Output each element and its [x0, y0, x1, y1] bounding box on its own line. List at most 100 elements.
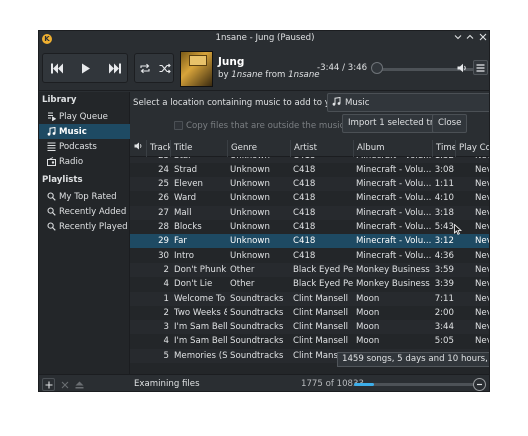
library-heading: Library — [42, 95, 77, 105]
cell-time: 3:12 — [434, 236, 454, 247]
sidebar-item-podcasts[interactable]: Podcasts — [39, 139, 130, 154]
cell-track: 2 — [163, 264, 169, 275]
cell-album: Monkey Business — [356, 264, 430, 275]
playlist-item-recently-added[interactable]: Recently Added — [39, 204, 130, 219]
playlist-item-my-top-rated[interactable]: My Top Rated — [39, 189, 130, 204]
cell-album: Moon — [356, 307, 380, 318]
table-row[interactable]: 24 Strad Unknown C418 Minecraft - Volu... 3:0… — [130, 163, 489, 177]
cell-genre: Soundtracks — [230, 322, 284, 333]
cell-album: Moon — [356, 336, 380, 347]
play-button[interactable] — [72, 54, 100, 82]
table-row[interactable]: 30 Intro Unknown C418 Minecraft - Volu... 4:3… — [130, 249, 489, 263]
main-menu-button[interactable] — [473, 60, 488, 75]
table-row[interactable]: 4 Don't Lie Other Black Eyed PeasMonkey Bus… — [130, 277, 489, 291]
copy-files-checkbox[interactable] — [174, 121, 183, 130]
column-header-artist[interactable]: Artist — [291, 140, 354, 157]
cell-artist: C418 — [293, 193, 316, 204]
cell-title: Don't Phunk ... — [174, 264, 227, 275]
table-row[interactable]: 2 Two Weeks &...Soundtracks Clint Mansell M… — [130, 306, 489, 320]
sidebar-item-play-queue[interactable]: Play Queue — [39, 109, 130, 124]
playlist-item-label: My Top Rated — [59, 191, 117, 202]
minimize-icon[interactable] — [452, 33, 464, 45]
cell-album: Minecraft - Volu... — [356, 250, 432, 261]
add-playlist-button[interactable] — [42, 378, 55, 391]
table-row[interactable]: 4 I'm Sam Bell, ...Soundtracks Clint Manse… — [130, 334, 489, 348]
cancel-scan-button[interactable] — [473, 378, 486, 391]
cell-play-count: Neve — [475, 307, 489, 318]
cell-artist: C418 — [293, 236, 316, 247]
volume-column-icon[interactable] — [130, 140, 147, 157]
volume-icon[interactable] — [457, 63, 468, 76]
cancel-icon — [477, 383, 482, 386]
shuffle-button[interactable] — [155, 54, 175, 82]
seek-slider-handle[interactable] — [371, 62, 383, 74]
play-queue-icon — [47, 112, 56, 121]
table-row[interactable]: 26 Ward Unknown C418 Minecraft - Volu... 4:10… — [130, 191, 489, 205]
cell-genre: Soundtracks — [230, 350, 284, 361]
eject-button[interactable] — [73, 378, 86, 391]
now-playing-title: Jung — [218, 56, 245, 68]
table-row[interactable]: 1 Welcome To ...Soundtracks Clint Mansell M… — [130, 291, 489, 306]
column-header-time[interactable]: Time — [433, 140, 456, 157]
cell-track: 3 — [163, 322, 169, 333]
playlist-item-label: Recently Added — [59, 206, 127, 217]
cell-play-count: Neve — [475, 236, 489, 247]
close-import-button[interactable]: Close — [432, 114, 468, 133]
column-header-genre[interactable]: Genre — [228, 140, 291, 157]
cell-track: 28 — [158, 222, 169, 232]
shuffle-icon — [159, 63, 171, 73]
cell-artist: C418 — [293, 157, 353, 163]
cell-play-count: Neve — [475, 193, 489, 204]
repeat-button[interactable] — [135, 54, 155, 82]
table-row[interactable]: 23 StalUnknownC418Minecraft - Volu...1:32… — [130, 157, 489, 163]
column-header-title[interactable]: Title — [171, 140, 228, 157]
cell-genre: Unknown — [230, 222, 270, 232]
column-header-album[interactable]: Album — [354, 140, 433, 157]
table-row[interactable]: 25 Eleven Unknown C418 Minecraft - Volu... 1:… — [130, 177, 489, 192]
cell-genre: Soundtracks — [230, 293, 284, 304]
table-row[interactable]: 3 I'm Sam Bell Soundtracks Clint Mansell Moo… — [130, 320, 489, 335]
cell-title: Stal — [174, 157, 227, 163]
table-row[interactable]: 29 Far Unknown C418 Minecraft - Volu... 3:12 N… — [130, 234, 489, 249]
cell-title: Memories (S... — [174, 350, 227, 361]
cell-genre: Unknown — [230, 179, 270, 190]
now-playing-artist: 1nsane — [231, 70, 263, 80]
cell-play-count: Neve — [475, 222, 489, 232]
status-text: Examining files — [134, 379, 200, 389]
column-header-play-count[interactable]: Play Cou — [456, 140, 489, 157]
cell-genre: Unknown — [230, 236, 270, 247]
scan-progress-bar — [354, 383, 474, 386]
cell-title: Eleven — [174, 179, 203, 190]
table-row[interactable]: 28 Blocks Unknown C418 Minecraft - Volu... 5:… — [130, 220, 489, 234]
cell-time: 4:36 — [434, 250, 454, 261]
playlist-item-recently-played[interactable]: Recently Played — [39, 219, 130, 234]
from-word: from — [265, 70, 286, 80]
cell-track: 4 — [163, 279, 169, 290]
cell-title: Blocks — [174, 222, 202, 232]
cell-album: Monkey Business — [356, 279, 430, 290]
table-row[interactable]: 27 Mall Unknown C418 Minecraft - Volu... 3:18… — [130, 205, 489, 220]
cell-play-count: Neve — [475, 322, 489, 333]
close-window-icon[interactable] — [477, 33, 489, 45]
cell-track: 4 — [163, 336, 169, 347]
column-header-track[interactable]: Track — [147, 140, 171, 157]
cell-genre: Unknown — [230, 157, 290, 163]
sidebar-item-music[interactable]: Music — [39, 124, 130, 139]
cell-genre: Unknown — [230, 250, 270, 261]
cell-track: 1 — [163, 293, 169, 304]
cell-album: Minecraft - Volu... — [356, 207, 432, 218]
maximize-icon[interactable] — [464, 33, 476, 45]
cell-genre: Unknown — [230, 207, 270, 218]
cell-artist: Clint Mansell — [293, 336, 348, 347]
search-icon — [47, 207, 56, 216]
location-select[interactable]: Music — [327, 93, 489, 112]
sidebar-item-label: Radio — [59, 156, 84, 167]
previous-button[interactable] — [43, 54, 71, 82]
next-button[interactable] — [100, 54, 128, 82]
sidebar-item-label: Podcasts — [59, 141, 97, 152]
cell-title: I'm Sam Bell, ... — [174, 336, 227, 347]
sidebar-item-radio[interactable]: Radio — [39, 154, 130, 169]
remove-playlist-button[interactable] — [58, 378, 71, 391]
table-row[interactable]: 2 Don't Phunk ...Other Black Eyed Pe...Mon… — [130, 262, 489, 277]
title-bar[interactable]: K 1nsane - Jung (Paused) — [39, 31, 489, 47]
